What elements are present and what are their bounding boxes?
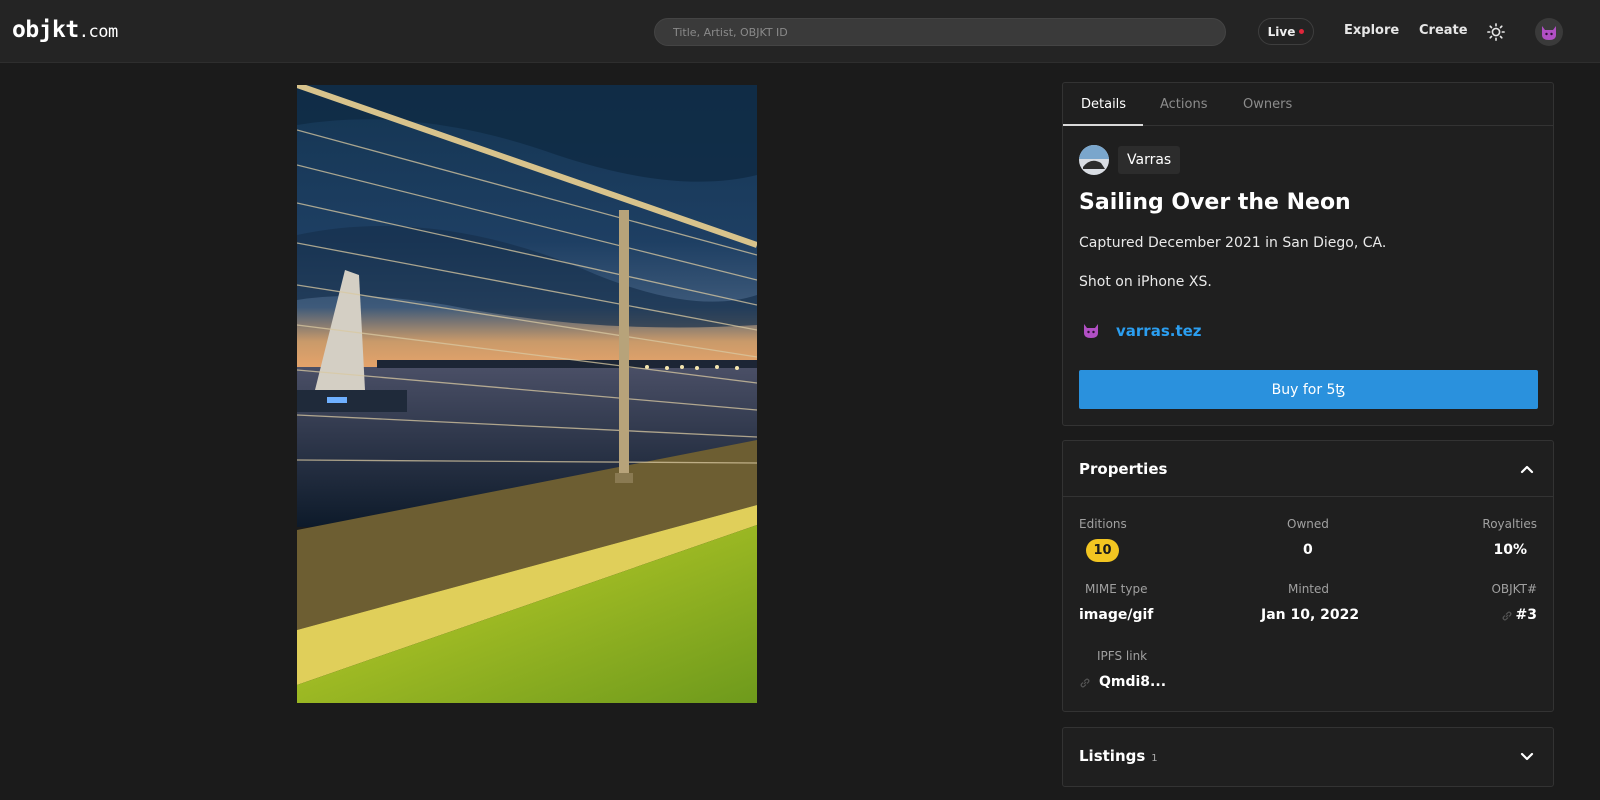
listings-panel[interactable]: Listings 1	[1062, 727, 1554, 787]
properties-header[interactable]: Properties	[1063, 441, 1553, 497]
nav-explore[interactable]: Explore	[1344, 23, 1399, 38]
nav-create[interactable]: Create	[1419, 23, 1468, 38]
search-input[interactable]	[654, 18, 1226, 46]
description-line-1: Captured December 2021 in San Diego, CA.	[1079, 235, 1387, 251]
active-tab-indicator	[1063, 124, 1143, 126]
owner-link[interactable]: varras.tez	[1116, 322, 1202, 340]
live-label: Live	[1267, 24, 1296, 39]
editions-badge: 10	[1086, 539, 1119, 562]
description-line-2: Shot on iPhone XS.	[1079, 274, 1212, 290]
artwork-title: Sailing Over the Neon	[1079, 190, 1351, 215]
listings-count: 1	[1151, 753, 1158, 764]
minted-label: Minted	[1288, 582, 1329, 596]
listings-title: Listings 1	[1079, 747, 1158, 765]
objkt-id-value[interactable]: #3	[1516, 607, 1537, 623]
link-icon	[1080, 678, 1090, 688]
creator-avatar-icon	[1079, 145, 1109, 175]
ipfs-link-value[interactable]: Qmdi8...	[1099, 674, 1166, 690]
cat-avatar-icon	[1542, 26, 1556, 40]
live-button[interactable]: Live	[1258, 18, 1314, 45]
owner-avatar-icon	[1084, 324, 1098, 338]
ipfs-label: IPFS link	[1097, 649, 1148, 663]
objkt-id-label: OBJKT#	[1491, 582, 1537, 596]
creator-avatar[interactable]	[1079, 145, 1109, 175]
creator-name-button[interactable]: Varras	[1118, 146, 1181, 174]
details-panel: Details Actions Owners Varras Sailing Ov…	[1062, 82, 1554, 426]
tab-owners[interactable]: Owners	[1243, 97, 1292, 112]
top-header: objkt.com Live Explore Create	[0, 0, 1600, 63]
owned-label: Owned	[1287, 517, 1329, 531]
properties-title: Properties	[1079, 460, 1168, 478]
mime-type-label: MIME type	[1085, 582, 1148, 596]
royalties-label: Royalties	[1482, 517, 1537, 531]
artwork-image[interactable]	[297, 85, 757, 703]
link-icon	[1502, 611, 1512, 621]
logo-domain: .com	[78, 22, 118, 42]
owned-value: 0	[1303, 542, 1313, 558]
royalties-value: 10%	[1493, 542, 1527, 558]
chevron-down-icon	[1520, 752, 1534, 761]
artwork-illustration	[297, 85, 757, 703]
user-avatar[interactable]	[1535, 18, 1563, 46]
details-tabs: Details Actions Owners	[1063, 83, 1553, 126]
minted-value: Jan 10, 2022	[1261, 607, 1360, 623]
mime-type-value: image/gif	[1079, 607, 1154, 623]
sun-icon[interactable]	[1487, 23, 1505, 41]
tab-details[interactable]: Details	[1081, 97, 1126, 112]
live-dot-icon	[1299, 29, 1305, 34]
editions-label: Editions	[1079, 517, 1127, 531]
listings-title-text: Listings	[1079, 747, 1146, 765]
properties-panel: Properties Editions 10 Owned 0 Royalties…	[1062, 440, 1554, 712]
logo-main: objkt	[12, 17, 79, 43]
chevron-up-icon	[1520, 465, 1534, 474]
tab-actions[interactable]: Actions	[1160, 97, 1208, 112]
site-logo[interactable]: objkt.com	[12, 17, 118, 43]
buy-button[interactable]: Buy for 5ꜩ	[1079, 370, 1538, 409]
